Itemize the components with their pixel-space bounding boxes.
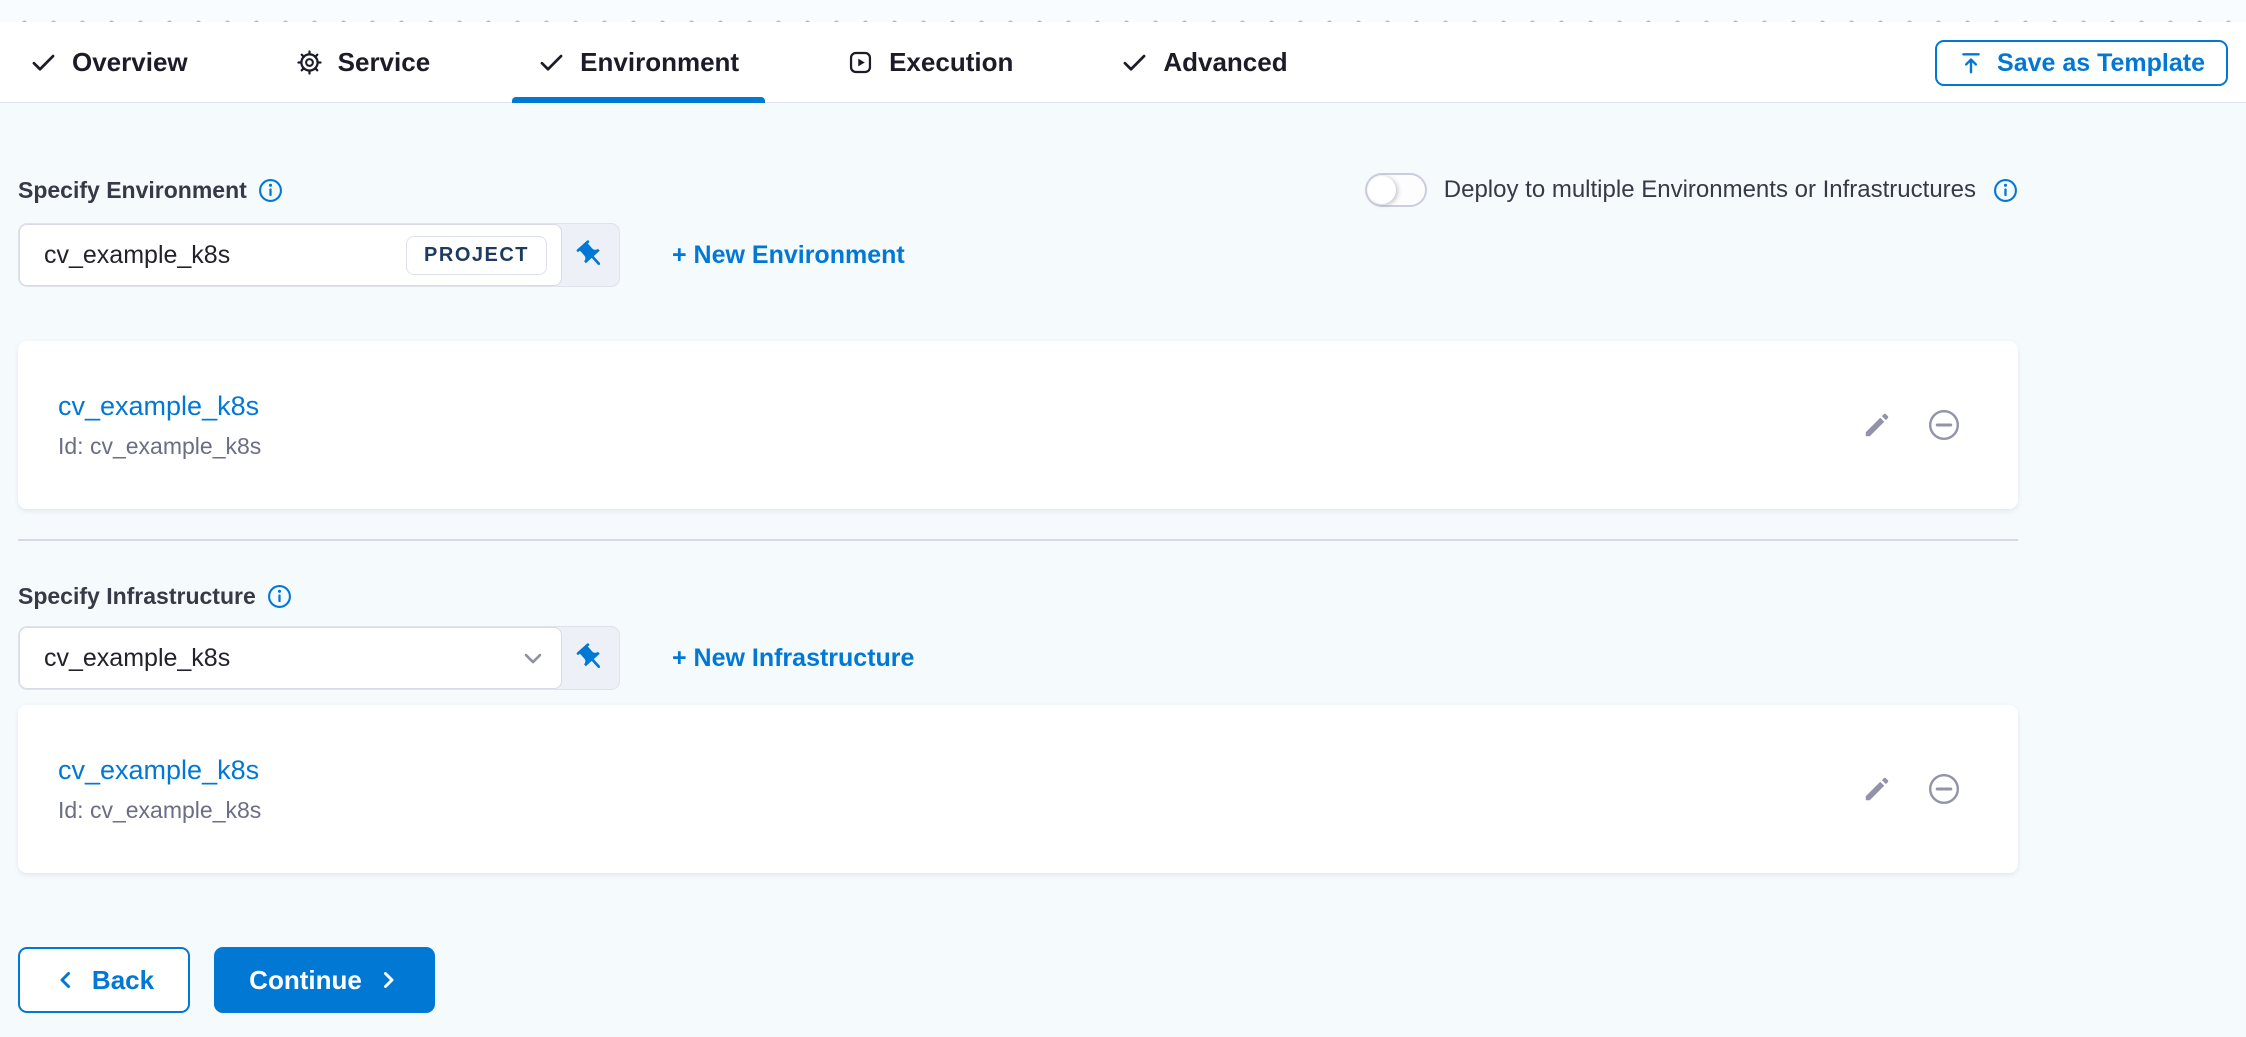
pin-button[interactable]	[562, 627, 619, 689]
tab-execution[interactable]: Execution	[821, 22, 1039, 102]
back-button[interactable]: Back	[18, 947, 190, 1013]
multi-deploy-toggle[interactable]	[1365, 173, 1427, 207]
pushpin-icon	[575, 642, 607, 674]
tab-label: Service	[338, 47, 431, 78]
continue-button[interactable]: Continue	[214, 947, 435, 1013]
environment-card-link[interactable]: cv_example_k8s	[58, 391, 259, 422]
upload-icon	[1958, 50, 1984, 76]
environment-input[interactable]: cv_example_k8s PROJECT	[19, 224, 562, 286]
tab-label: Overview	[72, 47, 188, 78]
play-box-icon	[847, 49, 874, 76]
environment-value: cv_example_k8s	[44, 241, 230, 270]
back-label: Back	[92, 965, 154, 996]
project-scope-badge: PROJECT	[406, 236, 547, 275]
chevron-left-icon	[54, 968, 78, 992]
pin-button[interactable]	[562, 224, 619, 286]
infrastructure-value: cv_example_k8s	[44, 644, 230, 673]
infrastructure-card: cv_example_k8s Id: cv_example_k8s	[18, 705, 2018, 873]
multi-deploy-toggle-label: Deploy to multiple Environments or Infra…	[1444, 176, 1976, 204]
section-divider	[18, 539, 2018, 541]
remove-minus-circle-icon[interactable]	[1926, 771, 1962, 807]
chevron-down-icon	[519, 644, 547, 672]
edit-pencil-icon[interactable]	[1862, 774, 1892, 804]
specify-infrastructure-label: Specify Infrastructure	[18, 583, 292, 610]
tab-service[interactable]: Service	[270, 22, 457, 102]
check-icon	[1121, 49, 1148, 76]
environment-card: cv_example_k8s Id: cv_example_k8s	[18, 341, 2018, 509]
edit-pencil-icon[interactable]	[1862, 410, 1892, 440]
save-as-template-button[interactable]: Save as Template	[1935, 40, 2228, 86]
info-icon[interactable]	[258, 178, 283, 203]
canvas-dotted-strip	[0, 0, 2246, 22]
chevron-right-icon	[376, 968, 400, 992]
pushpin-icon	[575, 239, 607, 271]
tab-label: Execution	[889, 47, 1013, 78]
info-icon[interactable]	[1993, 178, 2018, 203]
infrastructure-card-link[interactable]: cv_example_k8s	[58, 755, 259, 786]
remove-minus-circle-icon[interactable]	[1926, 407, 1962, 443]
gear-icon	[296, 49, 323, 76]
environment-card-id: Id: cv_example_k8s	[58, 433, 2018, 460]
save-as-template-label: Save as Template	[1997, 49, 2205, 78]
new-infrastructure-link[interactable]: + New Infrastructure	[672, 644, 914, 673]
check-icon	[538, 49, 565, 76]
continue-label: Continue	[249, 965, 362, 996]
environment-select-control: cv_example_k8s PROJECT	[18, 223, 620, 287]
infrastructure-card-id: Id: cv_example_k8s	[58, 797, 2018, 824]
new-environment-link[interactable]: + New Environment	[672, 241, 905, 270]
infrastructure-select-control: cv_example_k8s	[18, 626, 620, 690]
tab-overview[interactable]: Overview	[4, 22, 214, 102]
infrastructure-select[interactable]: cv_example_k8s	[19, 627, 562, 689]
toggle-knob	[1368, 176, 1396, 204]
tab-environment[interactable]: Environment	[512, 22, 765, 102]
info-icon[interactable]	[267, 584, 292, 609]
environment-tab-panel: Specify Environment Deploy to multiple E…	[0, 103, 2246, 1037]
check-icon	[30, 49, 57, 76]
multi-deploy-toggle-group: Deploy to multiple Environments or Infra…	[1365, 173, 2018, 207]
stage-tabbar: Overview Service Environment Execution A…	[0, 22, 2246, 103]
specify-environment-label: Specify Environment	[18, 177, 283, 204]
tab-advanced[interactable]: Advanced	[1095, 22, 1313, 102]
tab-label: Environment	[580, 47, 739, 78]
tab-label: Advanced	[1163, 47, 1287, 78]
